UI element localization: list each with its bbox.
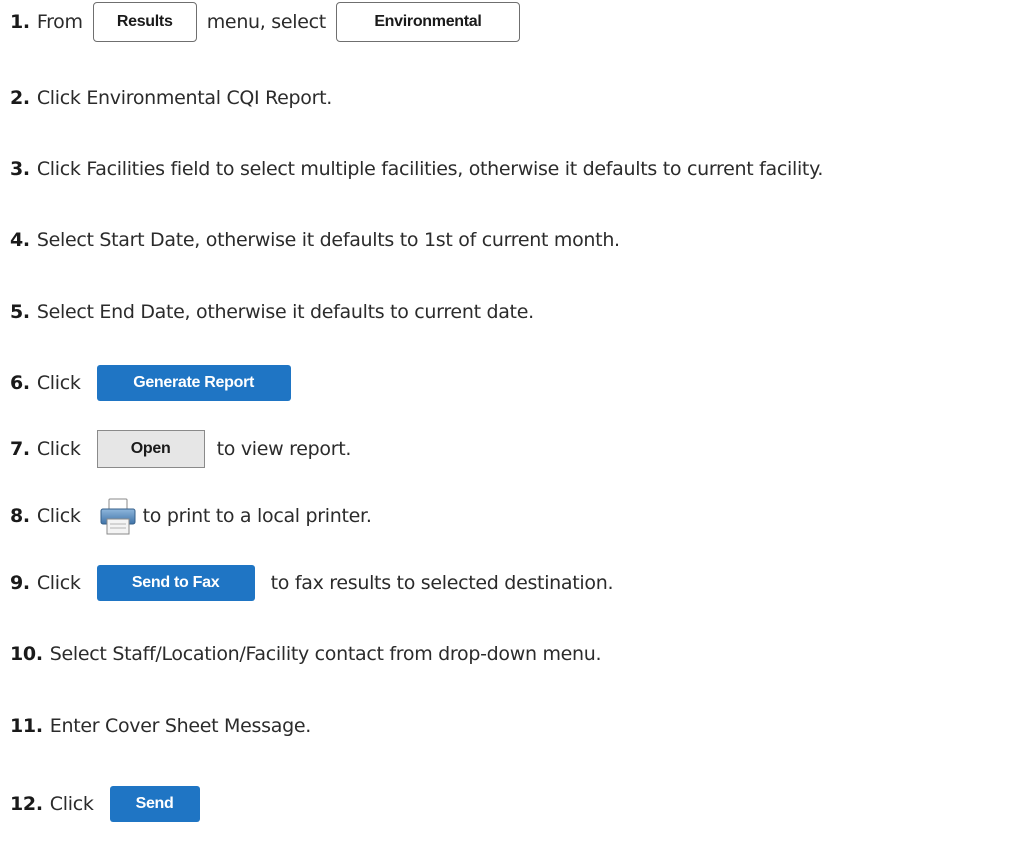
step-text: Click — [49, 793, 94, 815]
step-number: 5. — [10, 301, 30, 323]
step-1: 1. From Results menu, select Environment… — [10, 2, 530, 42]
step-8: 8. Click to print to a local printer. — [10, 496, 372, 536]
step-12: 12. Click Send — [10, 784, 216, 824]
step-number: 2. — [10, 87, 30, 109]
step-text: Click — [36, 438, 81, 460]
step-text: Select Start Date, otherwise it defaults… — [36, 229, 620, 251]
step-text: Click — [36, 372, 81, 394]
step-2: 2. Click Environmental CQI Report. — [10, 78, 332, 118]
step-text: Select End Date, otherwise it defaults t… — [36, 301, 534, 323]
step-text: From — [36, 11, 83, 33]
generate-report-button[interactable]: Generate Report — [96, 365, 291, 401]
step-text: Enter Cover Sheet Message. — [49, 715, 312, 737]
open-button[interactable]: Open — [96, 430, 205, 468]
step-5: 5. Select End Date, otherwise it default… — [10, 292, 534, 332]
step-number: 9. — [10, 572, 30, 594]
step-text: menu, select — [206, 11, 327, 33]
step-number: 8. — [10, 505, 30, 527]
environmental-menu-item[interactable]: Environmental — [335, 2, 520, 42]
step-number: 6. — [10, 372, 30, 394]
step-9: 9. Click Send to Fax to fax results to s… — [10, 563, 614, 603]
step-number: 4. — [10, 229, 30, 251]
step-7: 7. Click Open to view report. — [10, 429, 351, 469]
step-number: 10. — [10, 643, 43, 665]
step-number: 1. — [10, 11, 30, 33]
step-text: Select Staff/Location/Facility contact f… — [49, 643, 602, 665]
step-text: Click — [36, 505, 81, 527]
step-text: Click Facilities field to select multipl… — [36, 158, 824, 180]
step-11: 11. Enter Cover Sheet Message. — [10, 706, 311, 746]
step-3: 3. Click Facilities field to select mult… — [10, 149, 823, 189]
results-menu-button[interactable]: Results — [92, 2, 197, 42]
step-4: 4. Select Start Date, otherwise it defau… — [10, 220, 620, 260]
step-6: 6. Click Generate Report — [10, 363, 307, 403]
step-number: 12. — [10, 793, 43, 815]
step-text: Click — [36, 572, 81, 594]
send-to-fax-button[interactable]: Send to Fax — [96, 565, 255, 601]
step-10: 10. Select Staff/Location/Facility conta… — [10, 634, 602, 674]
step-number: 3. — [10, 158, 30, 180]
printer-icon[interactable] — [99, 496, 137, 536]
step-text: Click Environmental CQI Report. — [36, 87, 333, 109]
step-text: to view report. — [216, 438, 352, 460]
step-number: 11. — [10, 715, 43, 737]
step-text: to print to a local printer. — [142, 505, 372, 527]
step-text: to fax results to selected destination. — [270, 572, 614, 594]
step-number: 7. — [10, 438, 30, 460]
send-button[interactable]: Send — [109, 786, 200, 822]
